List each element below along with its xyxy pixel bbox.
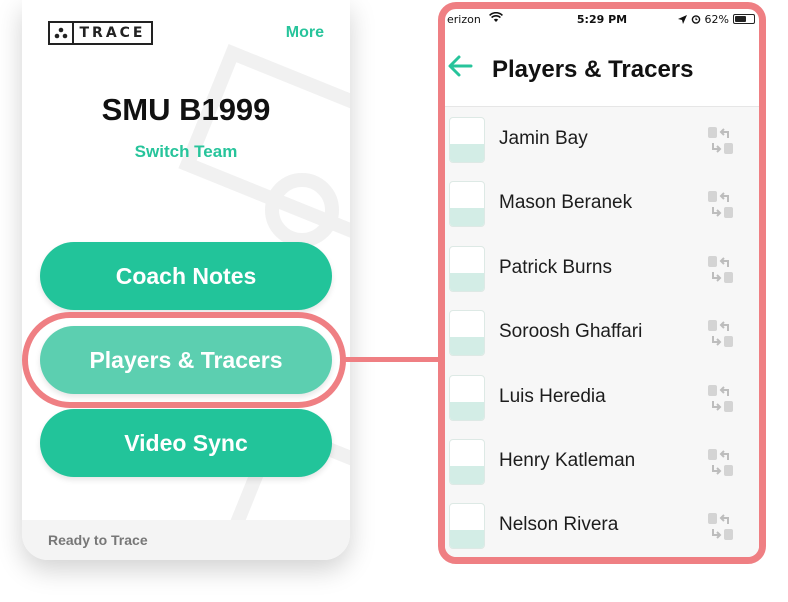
highlight-connector-line [344, 357, 441, 362]
player-name: Soroosh Ghaffari [499, 321, 643, 343]
player-name: Henry Katleman [499, 449, 636, 471]
battery-percent: 62% [704, 12, 729, 26]
list-item[interactable]: Patrick Burns [445, 236, 759, 300]
status-text: Ready to Trace [48, 532, 148, 548]
video-sync-button[interactable]: Video Sync [40, 409, 332, 477]
list-item[interactable]: Jamin Bay [445, 107, 759, 171]
player-name: Patrick Burns [499, 256, 612, 278]
players-tracers-screen: erizon 5:29 PM 62% Players & Tracers Jam… [438, 2, 766, 564]
player-name: Nelson Rivera [499, 514, 619, 536]
player-photo [449, 438, 485, 485]
status-right-group: 62% [677, 12, 755, 26]
logo-dots-icon [50, 23, 74, 43]
player-list: Jamin Bay Mason Beranek Patrick Burns So… [445, 107, 759, 557]
coach-notes-button[interactable]: Coach Notes [40, 242, 332, 310]
swap-tracer-icon[interactable] [707, 384, 735, 414]
player-name: Mason Beranek [499, 192, 633, 214]
swap-tracer-icon[interactable] [707, 126, 735, 156]
player-photo [449, 503, 485, 550]
nav-header: Players & Tracers [445, 29, 759, 107]
swap-tracer-icon[interactable] [707, 319, 735, 349]
swap-tracer-icon[interactable] [707, 255, 735, 285]
player-photo [449, 374, 485, 421]
swap-tracer-icon[interactable] [707, 190, 735, 220]
back-arrow-icon[interactable] [447, 53, 473, 79]
status-footer: Ready to Trace [22, 520, 350, 560]
highlight-ring [22, 312, 346, 408]
more-link[interactable]: More [286, 24, 324, 42]
team-title: SMU B1999 [101, 92, 271, 127]
list-item[interactable]: Mason Beranek [445, 171, 759, 235]
swap-tracer-icon[interactable] [707, 448, 735, 478]
player-name: Jamin Bay [499, 128, 588, 149]
ios-status-bar: erizon 5:29 PM 62% [445, 9, 759, 29]
location-arrow-icon [677, 14, 687, 24]
list-item[interactable]: Henry Katleman [445, 429, 759, 493]
list-item[interactable]: Nelson Rivera [445, 493, 759, 557]
list-item[interactable]: Luis Heredia [445, 365, 759, 429]
player-name: Luis Heredia [499, 385, 606, 407]
player-photo [449, 310, 485, 357]
alarm-clock-icon [691, 15, 700, 24]
screen-title: Players & Tracers [492, 56, 694, 83]
switch-team-link[interactable]: Switch Team [22, 142, 350, 162]
player-photo [449, 245, 485, 292]
player-photo [449, 181, 485, 228]
logo-text: TRACE [79, 25, 146, 41]
battery-icon [733, 14, 755, 24]
swap-tracer-icon[interactable] [707, 512, 735, 542]
trace-logo: TRACE [48, 21, 153, 45]
home-screen: TRACE More SMU B1999 Switch Team Coach N… [22, 0, 350, 560]
list-item[interactable]: Soroosh Ghaffari [445, 300, 759, 364]
player-photo [449, 117, 485, 163]
